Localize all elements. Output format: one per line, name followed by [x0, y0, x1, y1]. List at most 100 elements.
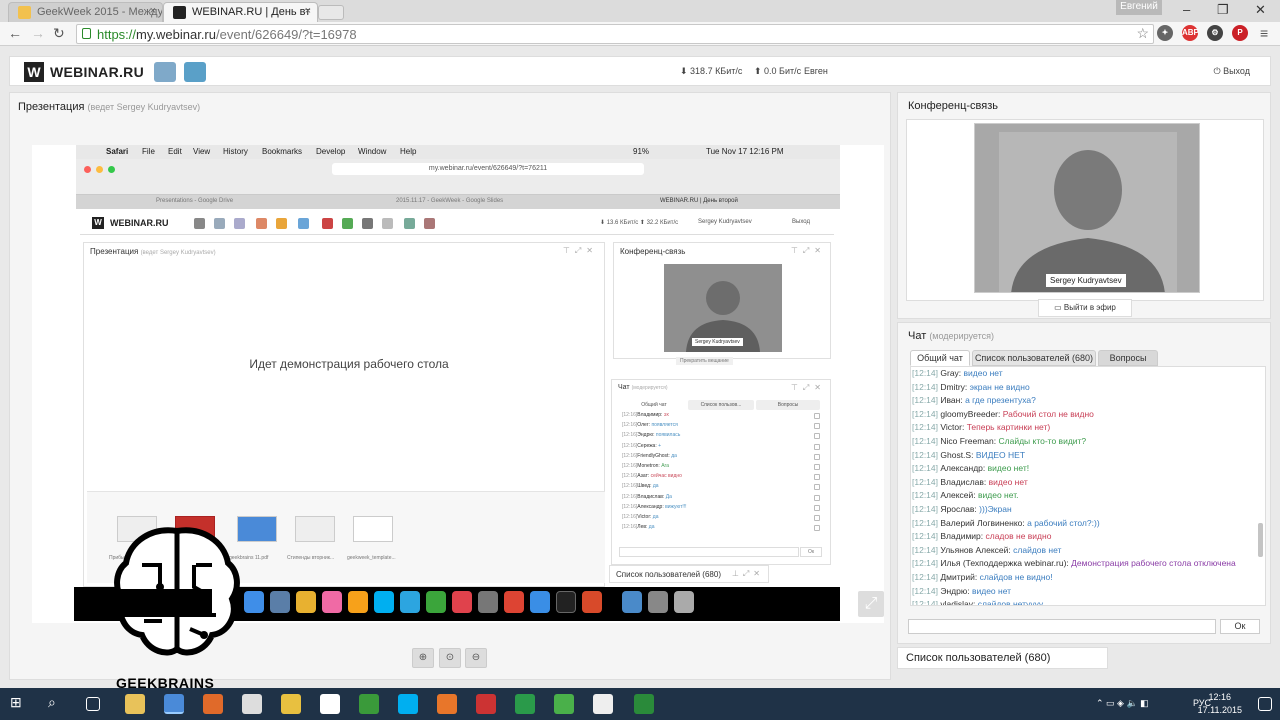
app-icon	[582, 591, 602, 613]
tab-user-list[interactable]: Список пользователей (680)	[972, 350, 1096, 366]
browser-tab-webinar[interactable]: WEBINAR.RU | День вт ×	[163, 2, 318, 22]
address-bar[interactable]: https://my.webinar.ru/event/626649/?t=16…	[76, 24, 1154, 44]
inner-webinar-header: W WEBINAR.RU ⬇ 13.6 КБит/с ⬆ 32.2 КБит/с…	[80, 213, 834, 235]
skype-icon	[374, 591, 394, 613]
chat-message: [12:14] Nico Freeman: Слайды кто-то види…	[912, 435, 1265, 449]
inner-toolbar-icon	[298, 218, 309, 229]
person-silhouette-icon	[975, 124, 1199, 292]
mac-menubar: Safari File Edit View History Bookmarks …	[76, 145, 840, 159]
tab-general-chat[interactable]: Общий чат	[910, 350, 970, 366]
app-icon[interactable]	[359, 694, 379, 714]
forward-icon[interactable]: →	[31, 25, 45, 41]
zoom-in-icon[interactable]: ⊕	[412, 648, 434, 668]
browser-tab-geekweek[interactable]: GeekWeek 2015 - Между ×	[8, 2, 163, 22]
chat-input[interactable]	[908, 619, 1216, 634]
message-text: ВИДЕО НЕТ	[975, 449, 1026, 460]
app-icon[interactable]	[515, 694, 535, 714]
message-author: Ульянов Алексей:	[940, 544, 1011, 555]
settings-icon[interactable]: ⚙	[1207, 25, 1223, 41]
close-icon[interactable]: ×	[305, 5, 311, 17]
message-author: Валерий Логвиненко:	[940, 517, 1025, 528]
url-scheme: https://	[97, 27, 137, 42]
chat-message: [12:14] Ярослав: )))Экран	[912, 503, 1265, 517]
url-path: /event/626649/?t=16978	[216, 27, 357, 42]
app-icon[interactable]	[320, 694, 340, 714]
message-time: [12:14]	[912, 517, 938, 528]
minimize-icon[interactable]: –	[1183, 2, 1190, 17]
adblock-icon[interactable]: ABP	[1182, 25, 1199, 41]
inner-chat-line: [12:16]Сережа: +	[622, 443, 820, 453]
add-user-icon[interactable]	[184, 62, 206, 82]
slides-icon	[18, 6, 31, 19]
user-list-bar[interactable]: Список пользователей (680)	[897, 647, 1108, 669]
webinar-icon	[173, 6, 186, 19]
notifications-icon[interactable]	[1258, 697, 1272, 711]
message-author: Александр:	[940, 463, 986, 474]
speaker-name: Sergey Kudryavtsev	[1046, 274, 1126, 287]
inner-chat-line: [12:16]Эндрю: появилась	[622, 432, 820, 442]
app-icon[interactable]	[554, 694, 574, 714]
inner-toolbar-icon	[256, 218, 267, 229]
profile-badge[interactable]: Евгений	[1116, 0, 1162, 15]
menu-icon[interactable]: ≡	[1260, 25, 1268, 41]
zoom-out-icon[interactable]: ⊖	[465, 648, 487, 668]
tray-icons[interactable]: ⌃ ▭ ◈ 🔈 ◧	[1096, 698, 1149, 709]
extension-icon[interactable]: ✦	[1157, 25, 1173, 41]
task-view-icon[interactable]	[86, 697, 100, 711]
inner-logo-text: WEBINAR.RU	[110, 218, 169, 228]
calculator-icon[interactable]	[242, 694, 262, 714]
message-time: [12:14]	[912, 408, 938, 419]
geekbrains-logo	[112, 527, 240, 656]
pinterest-icon[interactable]: P	[1232, 25, 1248, 41]
inner-toolbar-icon	[276, 218, 287, 229]
chat-ok-button[interactable]: Ок	[1220, 619, 1260, 634]
app-icon[interactable]	[281, 694, 301, 714]
webinar-logo[interactable]: W WEBINAR.RU	[24, 62, 144, 82]
checkbox-icon	[814, 423, 820, 430]
zoom-reset-icon[interactable]: ⊙	[439, 648, 461, 668]
reload-icon[interactable]: ↻	[53, 25, 65, 42]
inner-chat-line: [12:16]Victor: да	[622, 514, 820, 524]
tab-questions[interactable]: Вопросы	[1098, 350, 1158, 366]
message-time: [12:14]	[912, 531, 938, 542]
skype-taskbar-icon[interactable]	[398, 694, 418, 714]
chrome-taskbar-icon[interactable]	[164, 694, 184, 714]
checkbox-icon	[814, 433, 820, 440]
inner-chat-line: [12:16]Владимир: эх	[622, 412, 820, 422]
folder-icon	[622, 591, 642, 613]
logout-button[interactable]: ⏻ Выход	[1213, 66, 1250, 77]
inner-chat-line: [12:16]Monetron: Ага	[622, 463, 820, 473]
windows-start-icon[interactable]: ⊞	[10, 694, 30, 714]
new-tab-button[interactable]	[318, 5, 344, 20]
message-author: Ghost.S:	[940, 449, 974, 460]
zoom-dot-icon	[108, 166, 115, 173]
system-clock[interactable]: 12:16 17.11.2015	[1198, 691, 1242, 717]
chat-message: [12:14] Иван: а где презентуха?	[912, 394, 1265, 408]
firefox-icon[interactable]	[203, 694, 223, 714]
message-author: gloomyBreeder:	[940, 408, 1001, 419]
app-icon[interactable]	[476, 694, 496, 714]
go-on-air-button[interactable]: ▭ Выйти в эфир	[1038, 299, 1132, 317]
gear-icon[interactable]	[154, 62, 176, 82]
app-icon[interactable]	[593, 694, 613, 714]
message-time: [12:14]	[912, 422, 938, 433]
file-explorer-icon[interactable]	[125, 694, 145, 714]
windows-taskbar: ⊞ ⌕ ⌃ ▭ ◈ 🔈 ◧ РУС 12:16 17.11.2015	[0, 688, 1280, 720]
close-window-icon[interactable]: ✕	[1255, 2, 1266, 18]
back-icon[interactable]: ←	[8, 25, 22, 41]
message-author: Эндрю:	[940, 585, 970, 596]
close-icon[interactable]: ×	[150, 5, 156, 17]
app-icon	[452, 591, 472, 613]
inner-chat-messages: [12:16]Владимир: эх [12:16]Олег: появляет…	[622, 412, 820, 534]
chat-scrollbar[interactable]	[1258, 523, 1263, 557]
itunes-icon	[322, 591, 342, 613]
search-icon[interactable]: ⌕	[48, 694, 68, 714]
app-icon[interactable]	[634, 694, 654, 714]
chat-message: [12:14] Victor: Теперь картинки нет)	[912, 421, 1265, 435]
message-time: [12:14]	[912, 558, 938, 569]
fullscreen-icon[interactable]	[858, 591, 884, 617]
inner-chat-line: [12:16]Олег: появляется	[622, 422, 820, 432]
maximize-icon[interactable]: ❐	[1217, 2, 1229, 18]
app-icon[interactable]	[437, 694, 457, 714]
bookmark-star-icon[interactable]: ☆	[1136, 25, 1149, 42]
